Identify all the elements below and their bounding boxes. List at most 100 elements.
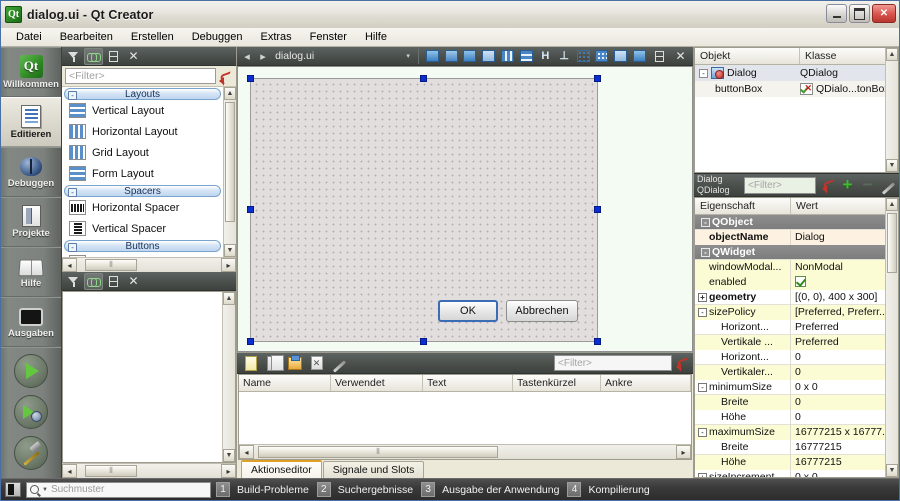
navigate-back-button[interactable]: ◂	[240, 49, 254, 64]
link-icon[interactable]	[84, 273, 103, 290]
mode-editieren[interactable]: Editieren	[1, 97, 61, 147]
property-row-geometry[interactable]: + geometry [(0, 0), 400 x 300]	[695, 290, 898, 305]
property-editor-table[interactable]: Eigenschaft Wert - QObject objectName Di…	[694, 197, 899, 478]
scroll-down-button[interactable]: ▼	[886, 159, 898, 172]
collapse-icon[interactable]: -	[698, 308, 707, 317]
collapse-icon[interactable]: -	[701, 248, 710, 257]
property-row-horizontal-stretch[interactable]: Horizont... 0	[695, 350, 898, 365]
menu-datei[interactable]: Datei	[7, 29, 51, 45]
layout-horizontally-icon[interactable]	[499, 48, 516, 64]
widget-group-buttons[interactable]: - Buttons	[64, 240, 221, 252]
run-button[interactable]	[14, 354, 48, 388]
widget-item-vertical-spacer[interactable]: Vertical Spacer	[62, 218, 223, 239]
open-action-icon[interactable]	[285, 355, 304, 372]
widget-group-spacers[interactable]: - Spacers	[64, 185, 221, 197]
hscroll-track[interactable]: ⦀	[77, 258, 221, 272]
output-pane-kompilierung[interactable]: 4 Kompilierung	[567, 482, 652, 497]
widget-item-form-layout[interactable]: Form Layout	[62, 163, 223, 184]
layout-splitter-h-icon[interactable]: H	[537, 48, 554, 64]
scrollbar-thumb[interactable]	[225, 102, 235, 222]
property-group-qwidget[interactable]: - QWidget	[695, 245, 898, 260]
property-row-maximumsize[interactable]: - maximumSize 16777215 x 16777...	[695, 425, 898, 440]
column-objekt[interactable]: Objekt	[695, 48, 800, 64]
hscroll-track[interactable]: ⦀	[77, 464, 221, 478]
property-value-cell[interactable]: [Preferred, Preferr...	[791, 305, 898, 320]
form-canvas[interactable]: OK Abbrechen	[237, 66, 693, 352]
property-value-cell[interactable]: NonModal	[791, 260, 898, 275]
form-dialog-widget[interactable]: OK Abbrechen	[250, 78, 598, 342]
extra-pane-scrollbar[interactable]: ▲ ▼	[222, 292, 235, 462]
property-row-maximum-hoehe[interactable]: Höhe 16777215	[695, 455, 898, 470]
resize-handle-s[interactable]	[420, 338, 427, 345]
property-value-cell[interactable]: [(0, 0), 400 x 300]	[791, 290, 898, 305]
column-eigenschaft[interactable]: Eigenschaft	[695, 198, 791, 214]
preview-icon[interactable]	[612, 48, 629, 64]
object-inspector[interactable]: Objekt Klasse - Dialog QDialog	[694, 47, 899, 173]
scroll-down-button[interactable]: ▼	[224, 244, 236, 257]
expand-icon[interactable]: +	[698, 293, 707, 302]
property-row-objectname[interactable]: objectName Dialog	[695, 230, 898, 245]
widget-box-bottom-hscroll[interactable]: ◂ ⦀ ▸	[62, 463, 236, 478]
output-pane-suchergebnisse[interactable]: 2 Suchergebnisse	[317, 482, 416, 497]
toggle-sidebar-icon[interactable]	[5, 482, 21, 497]
hscroll-thumb[interactable]: ⦀	[85, 465, 137, 477]
property-value-cell[interactable]: 0	[791, 350, 898, 365]
open-file-combo[interactable]: dialog.ui ▾	[272, 48, 413, 64]
widget-box-hscroll[interactable]: ◂ ⦀ ▸	[62, 257, 236, 272]
split-icon[interactable]	[650, 48, 669, 65]
new-action-icon[interactable]	[241, 355, 260, 372]
split-icon[interactable]	[104, 273, 123, 290]
split-icon[interactable]	[104, 48, 123, 65]
resize-handle-nw[interactable]	[247, 75, 254, 82]
collapse-icon[interactable]: -	[698, 383, 707, 392]
maximize-button[interactable]	[849, 4, 870, 23]
widget-box-scrollbar[interactable]: ▲ ▼	[223, 87, 236, 257]
property-value-cell[interactable]: 0	[791, 410, 898, 425]
object-row-dialog[interactable]: - Dialog QDialog	[695, 65, 898, 81]
scroll-up-button[interactable]: ▲	[224, 87, 236, 100]
property-row-vertical-stretch[interactable]: Vertikaler... 0	[695, 365, 898, 380]
widget-item-vertical-layout[interactable]: Vertical Layout	[62, 100, 223, 121]
chevron-down-icon[interactable]: ▼	[42, 487, 48, 493]
widget-item-horizontal-spacer[interactable]: Horizontal Spacer	[62, 197, 223, 218]
layout-vertically-icon[interactable]	[518, 48, 535, 64]
ok-button[interactable]: OK	[438, 300, 498, 322]
minimize-button[interactable]	[826, 4, 847, 23]
filter-icon[interactable]	[64, 48, 83, 65]
adjust-size-icon[interactable]	[424, 48, 441, 64]
property-value-cell[interactable]: Dialog	[791, 230, 898, 245]
property-value-cell[interactable]: 0	[791, 395, 898, 410]
settings-icon[interactable]	[631, 48, 648, 64]
menu-erstellen[interactable]: Erstellen	[122, 29, 183, 45]
search-input[interactable]: ▼ Suchmuster	[26, 482, 211, 498]
property-row-minimum-breite[interactable]: Breite 0	[695, 395, 898, 410]
configure-property-icon[interactable]	[879, 177, 896, 194]
hscroll-left-button[interactable]: ◂	[62, 464, 77, 478]
property-row-maximum-breite[interactable]: Breite 16777215	[695, 440, 898, 455]
reset-filter-icon[interactable]	[675, 356, 689, 370]
layout-splitter-v-icon[interactable]: ⊥	[556, 48, 573, 64]
collapse-icon[interactable]: -	[698, 428, 707, 437]
property-value-cell[interactable]: 0	[791, 365, 898, 380]
menu-hilfe[interactable]: Hilfe	[356, 29, 396, 45]
hscroll-right-button[interactable]: ▸	[676, 445, 691, 459]
property-value-cell[interactable]: 0 x 0	[791, 380, 898, 395]
hscroll-track[interactable]: ⦀	[254, 445, 676, 459]
property-row-vertical-policy[interactable]: Vertikale ... Preferred	[695, 335, 898, 350]
object-row-buttonbox[interactable]: buttonBox QDialo...tonBox	[695, 81, 898, 97]
widget-item-grid-layout[interactable]: Grid Layout	[62, 142, 223, 163]
property-row-enabled[interactable]: enabled	[695, 275, 898, 290]
close-button[interactable]: ✕	[872, 4, 896, 23]
property-value-cell[interactable]: 16777215	[791, 455, 898, 470]
mode-willkommen[interactable]: Qt Willkommen	[1, 47, 61, 97]
object-inspector-scrollbar[interactable]: ▲ ▼	[885, 48, 898, 172]
property-value-cell[interactable]: Preferred	[791, 320, 898, 335]
collapse-icon[interactable]: -	[699, 69, 708, 78]
close-icon[interactable]: ✕	[671, 48, 690, 65]
break-layout-icon[interactable]	[443, 48, 460, 64]
property-row-sizeincrement[interactable]: + sizeIncrement 0 x 0	[695, 470, 898, 477]
mode-hilfe[interactable]: Hilfe	[1, 247, 61, 297]
link-icon[interactable]	[84, 48, 103, 65]
layout-grid-icon[interactable]	[593, 48, 610, 64]
hscroll-left-button[interactable]: ◂	[239, 445, 254, 459]
